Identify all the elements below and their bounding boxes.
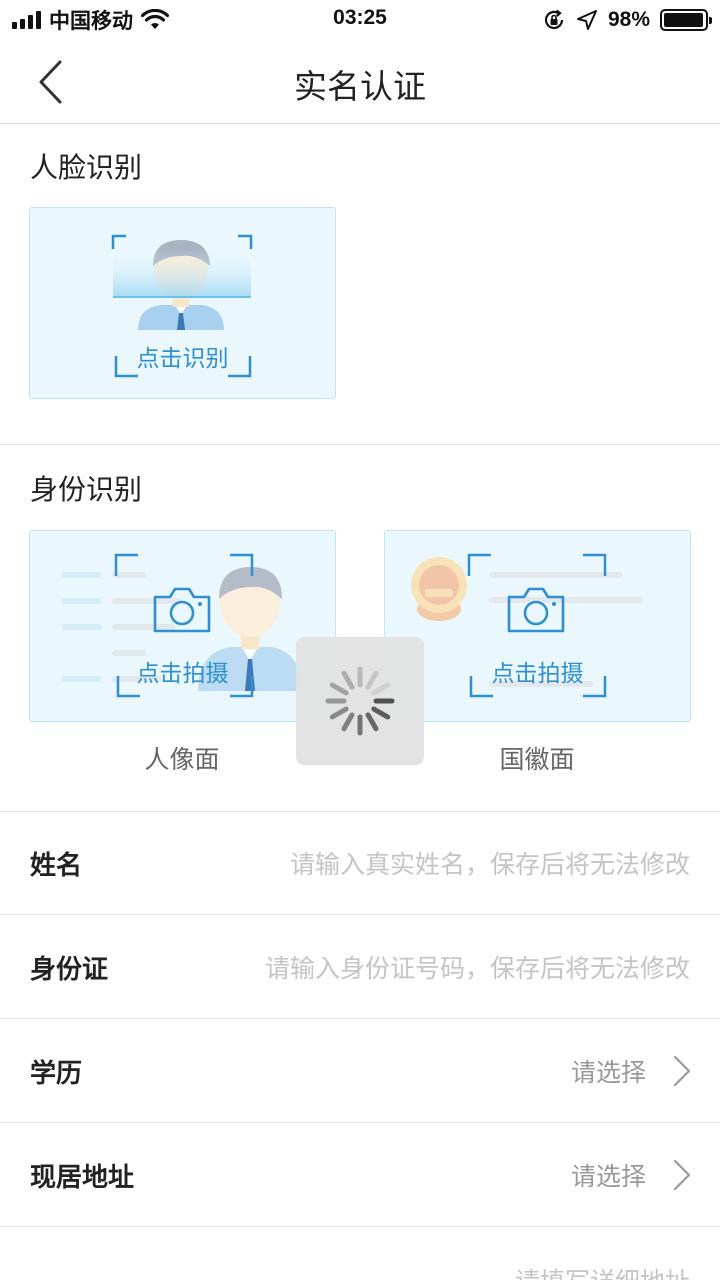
page-title: 实名认证 [294,67,426,106]
id-section-title: 身份识别 [30,473,143,506]
loading-spinner-icon [325,666,395,736]
address-select[interactable]: 请选择 [571,1157,646,1193]
education-label: 学历 [30,1059,83,1089]
address-row[interactable]: 现居地址 请选择 [0,1123,720,1227]
status-right: 98% [542,6,712,34]
camera-icon [507,587,565,633]
id-back-card-label: 点击拍摄 [491,661,584,687]
id-card-label: 身份证 [30,955,109,985]
name-label: 姓名 [30,851,83,881]
battery-fill [664,13,704,27]
spinner-spoke [371,706,391,720]
section-divider [0,444,720,445]
spinner-spoke [365,670,379,690]
spinner-spoke [329,682,349,696]
id-card-row[interactable]: 身份证 请输入身份证号码，保存后将无法修改 [0,915,720,1019]
name-row[interactable]: 姓名 请输入真实姓名，保存后将无法修改 [0,811,720,915]
face-card-label: 点击识别 [136,346,229,372]
name-input[interactable]: 请输入真实姓名，保存后将无法修改 [290,845,690,881]
chevron-right-icon [673,1159,691,1191]
address-label: 现居地址 [30,1163,135,1193]
address-detail-input[interactable]: 请填写详细地址 [515,1262,690,1280]
location-icon [576,10,597,30]
face-section-title: 人脸识别 [30,151,143,184]
id-front-card[interactable]: 点击拍摄 [29,530,336,722]
chevron-right-icon [673,1055,691,1087]
nav-bar: 实名认证 [0,40,720,124]
id-back-card[interactable]: 点击拍摄 [384,530,691,722]
spinner-spoke [341,712,355,732]
loading-overlay [296,637,424,765]
rotation-lock-icon [544,9,564,29]
education-row[interactable]: 学历 请选择 [0,1019,720,1123]
face-recognition-card[interactable]: 点击识别 [29,207,336,399]
camera-icon [153,587,211,633]
id-back-caption: 国徽面 [499,745,575,774]
battery-icon [660,9,712,31]
spinner-spoke [365,712,379,732]
spinner-spoke [329,706,349,720]
id-front-caption: 人像面 [144,745,220,774]
battery-percent: 98% [607,8,650,31]
spinner-spoke [341,670,355,690]
spinner-spoke [371,682,391,696]
id-card-input[interactable]: 请输入身份证号码，保存后将无法修改 [265,949,690,985]
id-front-card-label: 点击拍摄 [136,661,229,687]
status-bar: 中国移动 03:25 98% [0,0,720,40]
education-select[interactable]: 请选择 [571,1053,646,1089]
